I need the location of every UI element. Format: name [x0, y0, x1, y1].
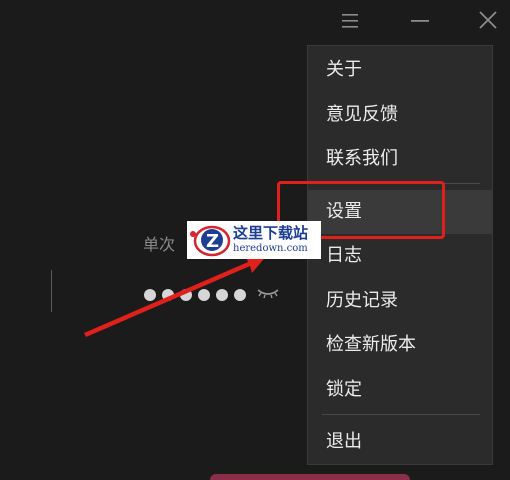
password-dot	[162, 289, 174, 301]
menu-item[interactable]: 锁定	[308, 368, 492, 412]
bottom-accent-bar	[210, 474, 410, 480]
password-dots[interactable]	[144, 289, 246, 301]
menu-item[interactable]: 历史记录	[308, 279, 492, 323]
lock-title: 单次	[143, 235, 176, 254]
svg-text:Z: Z	[206, 231, 219, 252]
menu-item[interactable]: 意见反馈	[308, 93, 492, 137]
divider	[51, 270, 52, 312]
title-bar	[310, 0, 510, 40]
app-window: 单次 关于 意见反馈 联系我们设置 日志 历史记录 检查新版本 锁定退出 Z 这里下载站	[0, 0, 510, 480]
watermark: Z 这里下载站 heredown.com	[187, 221, 321, 259]
watermark-text: 这里下载站 heredown.com	[233, 226, 308, 254]
menu-item[interactable]: 检查新版本	[308, 323, 492, 367]
password-dot	[198, 289, 210, 301]
menu-item[interactable]: 设置	[308, 189, 492, 234]
watermark-en: heredown.com	[233, 243, 308, 254]
password-dot	[144, 289, 156, 301]
close-icon[interactable]	[474, 8, 502, 34]
password-dot	[234, 289, 246, 301]
watermark-cn: 这里下载站	[233, 224, 309, 242]
menu-separator	[322, 183, 480, 184]
dropdown-menu: 关于 意见反馈 联系我们设置 日志 历史记录 检查新版本 锁定退出	[307, 45, 493, 465]
menu-item[interactable]: 退出	[308, 420, 492, 464]
minimize-icon[interactable]	[406, 8, 434, 34]
menu-item[interactable]: 关于	[308, 48, 492, 92]
menu-item[interactable]: 联系我们	[308, 137, 492, 181]
menu-separator	[322, 413, 480, 415]
password-dot	[180, 289, 192, 301]
eye-closed-icon[interactable]	[256, 284, 280, 302]
hamburger-icon[interactable]	[336, 8, 364, 34]
menu-item[interactable]: 日志	[308, 234, 492, 278]
password-dot	[216, 289, 228, 301]
watermark-logo: Z	[187, 221, 233, 259]
